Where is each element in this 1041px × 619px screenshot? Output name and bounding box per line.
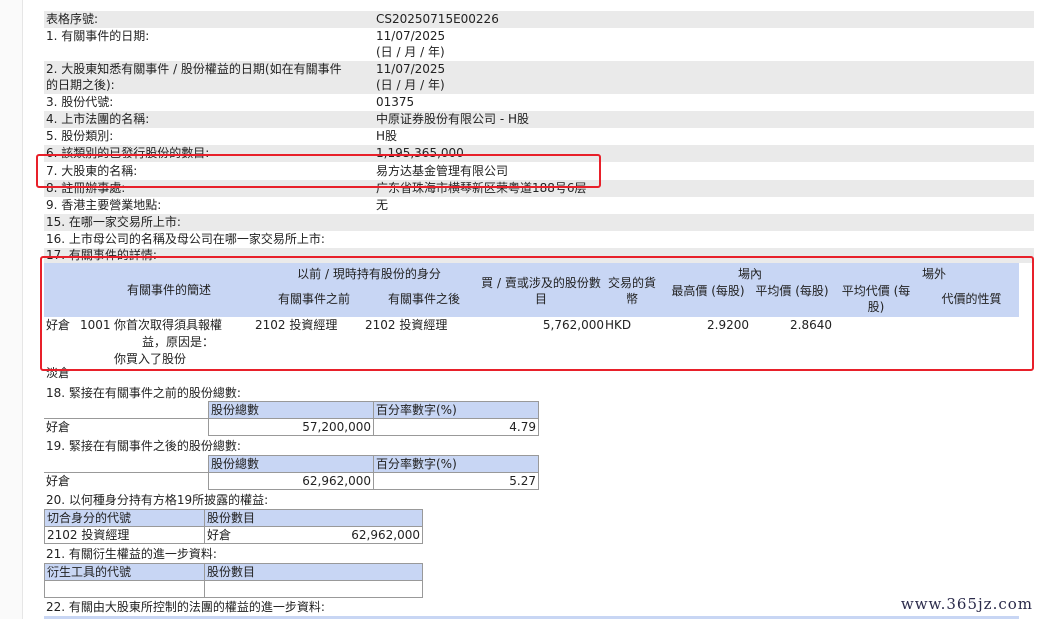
serial-label: 表格序號: [46,12,99,26]
issuer-value: 中原证券股份有限公司 - H股 [376,112,529,126]
share-class-row: 5. 股份類別: H股 [44,128,1034,145]
q21-empty-1 [44,580,205,598]
stock-code-row: 3. 股份代號: 01375 [44,94,1034,111]
hk-office-value: 无 [376,198,389,212]
q20-cell: 好倉 62,962,000 [204,526,423,544]
aware-date-label-1: 2. 大股東知悉有關事件 / 股份權益的日期(如在有關事件 [46,62,342,76]
aware-date-value: 11/07/2025 [376,62,446,76]
q22-label: 22. 有關由大股東所控制的法團的權益的進一步資料: [46,600,325,614]
q18-h1: 股份總數 [208,401,374,419]
stock-code-label: 3. 股份代號: [46,95,114,109]
share-class-label: 5. 股份類別: [46,129,114,143]
q18-shares: 57,200,000 [208,418,374,436]
q19-h1: 股份總數 [208,455,374,473]
q18-blank [44,402,209,419]
highlight-event-details [40,256,1034,371]
q20-h2: 股份數目 [204,509,423,527]
q19-shares: 62,962,000 [208,472,374,490]
q19-h2: 百分率數字(%) [373,455,539,473]
q20-row: 20. 以何種身分持有方格19所披露的權益: [44,492,1034,509]
q20-pos: 好倉 [207,528,232,542]
serial-value: CS20250715E00226 [376,12,499,26]
q19-table: 股份總數 百分率數字(%) 好倉 62,962,000 5.27 [44,455,539,490]
q21-empty-2 [204,580,423,598]
q20-h1: 切合身分的代號 [44,509,205,527]
event-date-label: 1. 有關事件的日期: [46,29,150,43]
event-date-row: 1. 有關事件的日期: 11/07/2025 (日 / 月 / 年) [44,28,1034,61]
q18-h2: 百分率數字(%) [373,401,539,419]
event-date-format: (日 / 月 / 年) [376,45,445,59]
left-gutter [0,0,23,619]
q18-row: 18. 緊接在有關事件之前的股份總數: [44,385,1034,402]
q15-row: 15. 在哪一家交易所上市: [44,214,1034,231]
q21-row: 21. 有關衍生權益的進一步資料: [44,546,1034,563]
q21-table: 衍生工具的代號 股份數目 [44,563,423,598]
serial-row: 表格序號: CS20250715E00226 [44,11,1034,28]
issuer-row: 4. 上市法團的名稱: 中原证券股份有限公司 - H股 [44,111,1034,128]
q19-pos: 好倉 [44,472,209,490]
aware-date-label-2: 的日期之後): [46,78,115,92]
q18-label: 18. 緊接在有關事件之前的股份總數: [46,386,241,400]
q20-code: 2102 投資經理 [44,526,205,544]
event-date-value: 11/07/2025 [376,29,446,43]
hk-office-row: 9. 香港主要營業地點: 无 [44,197,1034,214]
aware-date-format: (日 / 月 / 年) [376,78,445,92]
q19-pct: 5.27 [373,472,539,490]
q15-label: 15. 在哪一家交易所上市: [46,215,181,229]
q21-h2: 股份數目 [204,563,423,581]
q19-label: 19. 緊接在有關事件之後的股份總數: [46,439,241,453]
share-class-value: H股 [376,129,398,143]
q16-label: 16. 上市母公司的名稱及母公司在哪一家交易所上市: [46,232,325,246]
highlight-holder-name [36,154,601,188]
q16-row: 16. 上市母公司的名稱及母公司在哪一家交易所上市: [44,231,1034,248]
issuer-label: 4. 上市法團的名稱: [46,112,150,126]
q18-table: 股份總數 百分率數字(%) 好倉 57,200,000 4.79 [44,401,539,436]
q22-row: 22. 有關由大股東所控制的法團的權益的進一步資料: [44,599,1034,616]
watermark: www.365jz.com [900,595,1033,613]
q19-row: 19. 緊接在有關事件之後的股份總數: [44,438,1034,455]
stock-code-value: 01375 [376,95,415,109]
q20-shares: 62,962,000 [351,528,420,542]
aware-date-row: 2. 大股東知悉有關事件 / 股份權益的日期(如在有關事件 的日期之後): 11… [44,61,1034,94]
q18-pct: 4.79 [373,418,539,436]
q21-label: 21. 有關衍生權益的進一步資料: [46,547,217,561]
q18-pos: 好倉 [44,418,209,436]
q20-table: 切合身分的代號 股份數目 2102 投資經理 好倉 62,962,000 [44,509,423,544]
q20-label: 20. 以何種身分持有方格19所披露的權益: [46,493,269,507]
hk-office-label: 9. 香港主要營業地點: [46,198,162,212]
q19-blank [44,456,209,473]
q21-h1: 衍生工具的代號 [44,563,205,581]
